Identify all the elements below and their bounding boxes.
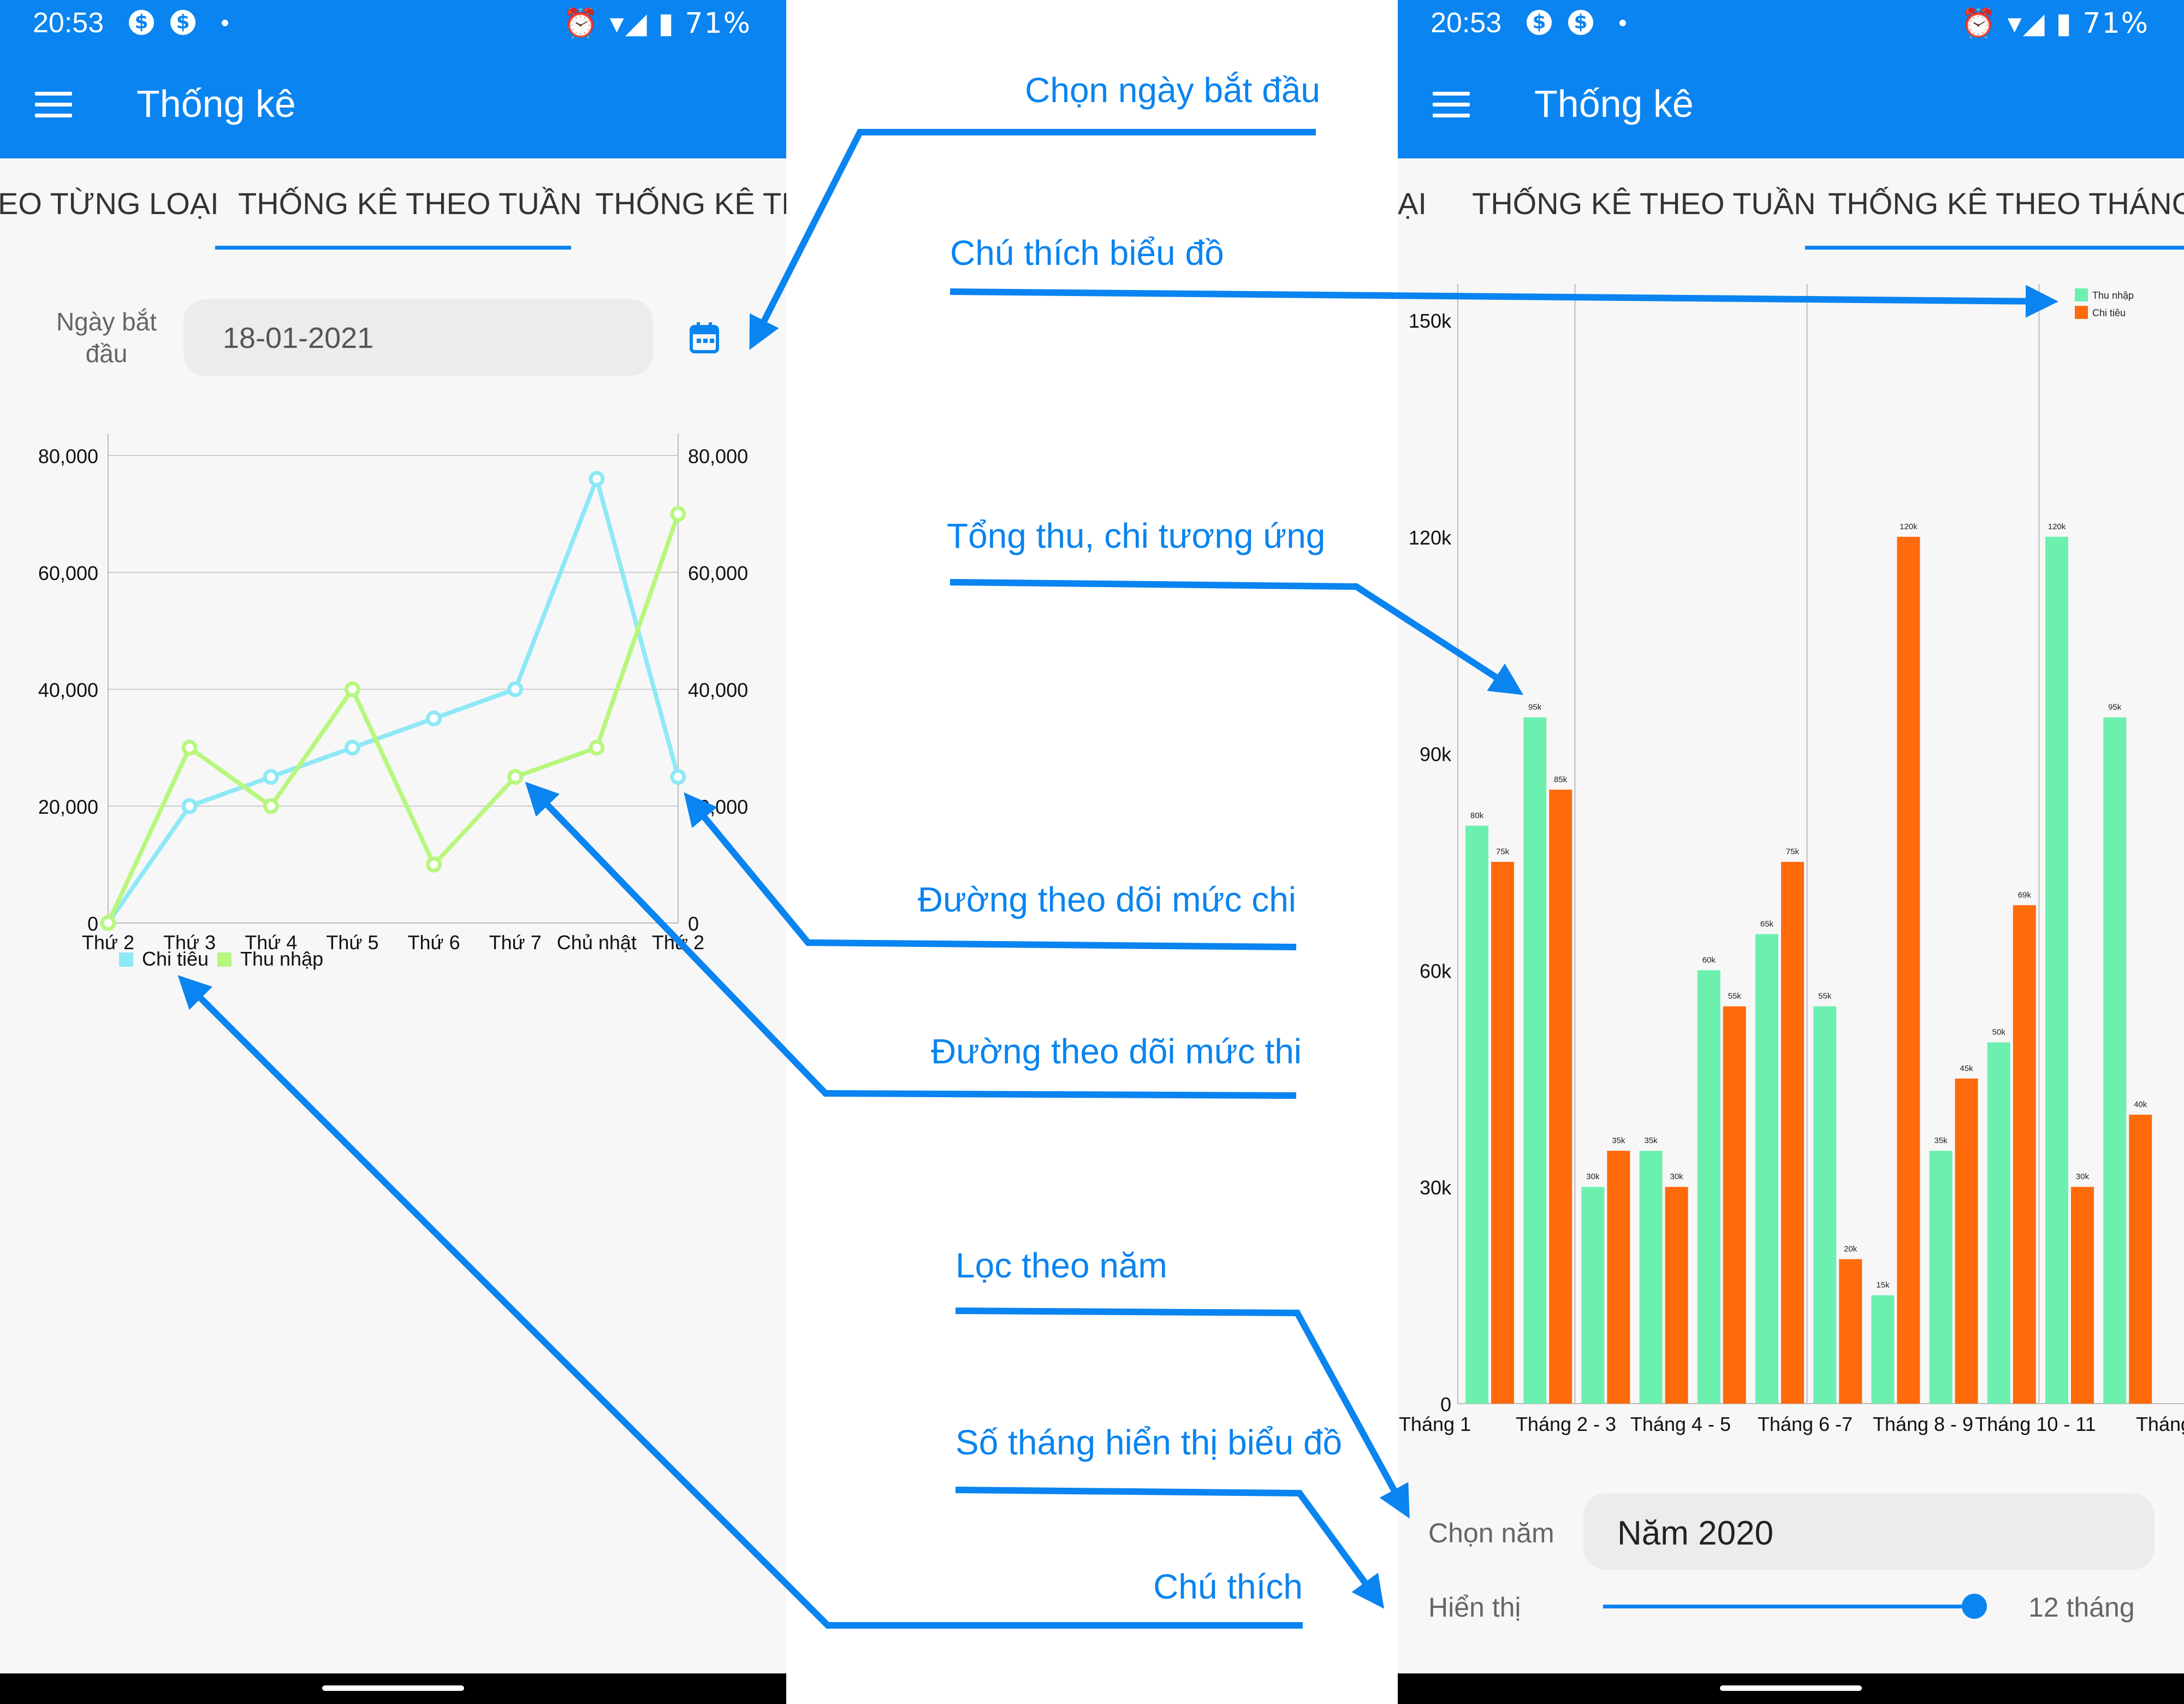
annotation-income-line: Đường theo dõi mức thi <box>930 1032 1302 1071</box>
annotation-year-filter: Lọc theo năm <box>956 1246 1167 1285</box>
arrow-year-filter <box>955 1307 1410 1519</box>
annotation-legend: Chú thích <box>1153 1567 1303 1606</box>
arrow-legend-left <box>177 975 1303 1629</box>
annotation-totals: Tổng thu, chi tương ứng <box>947 516 1326 555</box>
arrow-chart-legend <box>949 285 2058 318</box>
annotation-months-slider: Số tháng hiển thị biểu đồ <box>956 1423 1343 1462</box>
annotation-start-date: Chọn ngày bắt đầu <box>1025 70 1320 110</box>
annotation-chart-legend: Chú thích biểu đồ <box>950 233 1224 273</box>
annotation-spend-line: Đường theo dõi mức chi <box>917 880 1296 919</box>
arrow-totals <box>949 579 1524 695</box>
arrow-spend-line <box>684 792 1297 950</box>
